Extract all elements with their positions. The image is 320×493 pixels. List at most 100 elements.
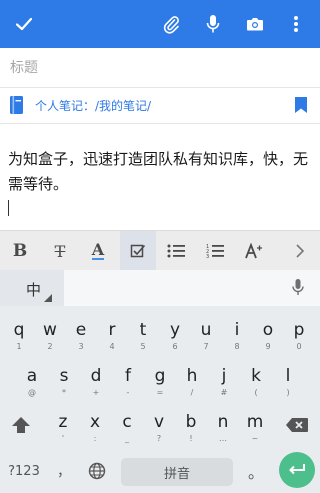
voice-input-icon[interactable] (292, 278, 304, 300)
key-alt: + (92, 388, 100, 397)
shift-icon (12, 417, 30, 433)
key-c[interactable]: c _ (114, 406, 140, 452)
key-letter: d (90, 366, 102, 386)
key-letter: z (58, 412, 68, 432)
checkbox-icon[interactable] (120, 231, 156, 271)
key-s[interactable]: s * (51, 360, 77, 406)
ime-label: 中 (26, 281, 42, 299)
key-f[interactable]: f- (115, 360, 141, 406)
symbols-key[interactable]: ?123 (6, 456, 42, 486)
shift-key[interactable] (6, 410, 36, 440)
note-editor[interactable]: 为知盒子，迅速打造团队私有知识库，快，无需等待。 (0, 124, 320, 228)
key-letter: b (185, 412, 197, 432)
key-alt: - (126, 388, 130, 397)
key-j[interactable]: j # (211, 360, 237, 406)
notebook-path[interactable]: 个人笔记：/我的笔记/ (35, 97, 151, 114)
key-v[interactable]: v? (146, 406, 172, 452)
key-t[interactable]: t5 (130, 314, 156, 360)
key-p[interactable]: p0 (286, 314, 312, 360)
note-body-text[interactable]: 为知盒子，迅速打造团队私有知识库，快，无需等待。 (8, 147, 314, 197)
key-letter: a (26, 366, 38, 386)
key-letter: i (234, 320, 240, 340)
key-m[interactable]: m ~ (242, 406, 268, 452)
camera-icon[interactable] (237, 0, 273, 48)
key-letter: f (125, 366, 131, 386)
space-key[interactable]: 拼音 (121, 458, 233, 486)
candidate-area (64, 270, 320, 306)
chevron-right-icon[interactable] (284, 231, 316, 271)
key-letter: p (293, 320, 305, 340)
key-letter: e (75, 320, 87, 340)
key-i[interactable]: i8 (224, 314, 250, 360)
key-letter: n (217, 412, 229, 432)
key-alt: 6 (172, 342, 178, 351)
key-letter: o (262, 320, 274, 340)
bullet-list-icon[interactable] (160, 231, 192, 271)
key-w[interactable]: w2 (37, 314, 63, 360)
key-letter: k (251, 366, 261, 386)
key-alt: 1 (16, 342, 22, 351)
key-d[interactable]: d + (83, 360, 109, 406)
key-r[interactable]: r4 (99, 314, 125, 360)
globe-key[interactable] (86, 456, 108, 486)
bold-icon[interactable]: B (4, 231, 36, 271)
key-alt: … (219, 434, 227, 443)
key-letter: u (200, 320, 212, 340)
notebook-selector[interactable]: 个人笔记：/我的笔记/ (0, 88, 320, 124)
numbered-list-icon[interactable]: 123 (199, 231, 231, 271)
text-size-icon[interactable] (238, 231, 270, 271)
key-x[interactable]: x: (82, 406, 108, 452)
key-o[interactable]: o9 (255, 314, 281, 360)
key-n[interactable]: n… (210, 406, 236, 452)
ime-switch[interactable]: 中 (0, 270, 64, 306)
strikethrough-label: T (54, 241, 66, 261)
enter-key[interactable] (279, 452, 315, 488)
key-l[interactable]: l) (275, 360, 301, 406)
title-row (0, 48, 320, 88)
key-alt: 4 (109, 342, 115, 351)
key-q[interactable]: q1 (6, 314, 32, 360)
key-a[interactable]: a @ (19, 360, 45, 406)
key-letter: v (153, 412, 165, 432)
key-alt: 8 (234, 342, 240, 351)
key-alt: : (93, 434, 97, 443)
key-g[interactable]: g = (147, 360, 173, 406)
title-input[interactable] (10, 57, 306, 79)
key-alt: 0 (296, 342, 302, 351)
strikethrough-icon[interactable]: T (44, 231, 76, 271)
key-alt: 5 (140, 342, 146, 351)
backspace-icon (286, 418, 308, 432)
key-b[interactable]: b! (178, 406, 204, 452)
bookmark-icon[interactable] (294, 96, 308, 118)
key-z[interactable]: z ' (50, 406, 76, 452)
key-alt: / (190, 388, 194, 397)
key-alt: 7 (203, 342, 209, 351)
key-letter: w (43, 320, 57, 340)
key-k[interactable]: k( (243, 360, 269, 406)
period-key[interactable]: 。 (246, 456, 266, 486)
key-u[interactable]: u7 (193, 314, 219, 360)
key-y[interactable]: y6 (162, 314, 188, 360)
more-vertical-icon[interactable] (282, 0, 310, 48)
mic-icon[interactable] (195, 0, 231, 48)
key-alt: * (62, 388, 66, 397)
key-h[interactable]: h / (179, 360, 205, 406)
key-letter: y (169, 320, 181, 340)
text-color-label: A (91, 240, 105, 260)
check-icon[interactable] (4, 0, 44, 48)
bold-label: B (12, 241, 28, 261)
text-cursor (8, 200, 9, 216)
soft-keyboard: 中 q1 w2 e3 r4 t5 y6 u7 i8 o9 p0 a @ s * d +… (0, 270, 320, 493)
comma-key[interactable]: ， (54, 456, 74, 486)
key-letter: t (139, 320, 147, 340)
key-letter: j (221, 366, 227, 386)
key-letter: h (186, 366, 198, 386)
key-e[interactable]: e3 (68, 314, 94, 360)
attachment-icon[interactable] (152, 0, 190, 48)
format-toolbar: B T A 123 (0, 230, 320, 271)
key-alt: 2 (47, 342, 53, 351)
delete-key[interactable] (282, 410, 312, 440)
text-color-icon[interactable]: A (82, 231, 114, 271)
key-alt: ) (286, 388, 290, 397)
key-letter: s (59, 366, 69, 386)
